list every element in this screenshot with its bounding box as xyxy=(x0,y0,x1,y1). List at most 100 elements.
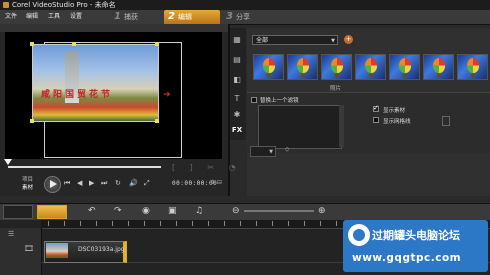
menu-settings[interactable]: 设置 xyxy=(70,10,82,24)
video-track-icon[interactable]: 🎞 xyxy=(24,244,34,253)
ruler-tick xyxy=(256,221,257,226)
prev-frame-icon[interactable]: ◀ xyxy=(77,179,82,187)
basket-shape xyxy=(267,74,271,77)
zoom-out-icon[interactable]: ⊖ xyxy=(232,206,240,216)
clip-name: DSC03193a.jpg xyxy=(78,246,125,253)
volume-icon[interactable]: 🔊 xyxy=(129,179,138,187)
repeat-icon[interactable]: ↻ xyxy=(115,179,121,187)
fullscreen-icon[interactable]: ⤢ xyxy=(144,179,150,188)
library-sidebar xyxy=(230,28,246,140)
storyboard-view-button[interactable] xyxy=(37,205,67,219)
thumbnail-caption: 照片 xyxy=(330,86,342,92)
resize-handle[interactable] xyxy=(30,42,34,46)
resize-handle[interactable] xyxy=(30,119,34,123)
ruler-tick xyxy=(48,221,49,226)
scrubber-knob[interactable] xyxy=(4,159,12,165)
basket-shape xyxy=(335,74,339,77)
play-button[interactable] xyxy=(44,176,61,193)
basket-shape xyxy=(437,74,441,77)
ruler-tick xyxy=(224,221,225,226)
graphics-icon[interactable]: ✱ xyxy=(231,110,243,119)
end-icon[interactable]: ⏭ xyxy=(101,179,107,188)
ruler-tick xyxy=(320,221,321,226)
chevron-down-icon: ▼ xyxy=(331,38,335,44)
scrubber-track[interactable] xyxy=(8,166,161,168)
trim-markers[interactable]: [ ] ✂ ◔ xyxy=(172,163,242,172)
ruler-tick xyxy=(96,221,97,226)
window-title: Corel VideoStudio Pro - 未命名 xyxy=(12,1,116,9)
resize-handle[interactable] xyxy=(155,119,159,123)
balloon-icon xyxy=(297,58,309,73)
checkmark-icon: ✓ xyxy=(373,104,379,112)
audio-mix-icon[interactable]: ♫ xyxy=(195,206,203,216)
show-clips-label: 显示素材 xyxy=(383,108,406,114)
basket-shape xyxy=(301,74,305,77)
photo-caption: 咸阳国贸花节 xyxy=(41,90,114,100)
menu-tools[interactable]: 工具 xyxy=(48,10,60,24)
movie-maker-icon[interactable]: ▣ xyxy=(168,206,177,216)
resize-handle[interactable] xyxy=(155,42,159,46)
instant-project-icon[interactable]: ▤ xyxy=(231,55,243,64)
ruler-tick xyxy=(80,221,81,226)
mode-project[interactable]: 项目 xyxy=(22,175,33,183)
filter-thumbnail[interactable] xyxy=(355,54,386,80)
ruler-tick xyxy=(112,221,113,226)
ruler-tick xyxy=(288,221,289,226)
add-library-button[interactable]: + xyxy=(344,35,353,44)
filter-thumbnail[interactable] xyxy=(321,54,352,80)
tab-edit[interactable]: 2 编辑 xyxy=(164,10,220,24)
menu-file[interactable]: 文件 xyxy=(5,10,17,24)
replace-filter-checkbox[interactable] xyxy=(251,97,257,103)
timecode-spinner[interactable]: ⇕ ⊟ xyxy=(210,179,222,186)
category-select[interactable]: 全部 ▼ xyxy=(252,35,338,45)
filter-list-scrollbar[interactable] xyxy=(339,105,344,147)
redo-icon[interactable]: ↷ xyxy=(114,206,122,216)
custom-filter-dropdown[interactable]: ▼ xyxy=(250,146,276,157)
custom-filter-icon[interactable]: ⛭ xyxy=(285,147,289,154)
show-grid-checkbox[interactable] xyxy=(373,117,379,123)
ruler-tick xyxy=(240,221,241,226)
ruler-tick xyxy=(208,221,209,226)
filter-thumbnail[interactable] xyxy=(389,54,420,80)
filter-thumbnail[interactable] xyxy=(287,54,318,80)
watermark-title: 过期罐头电脑论坛 xyxy=(372,229,460,242)
balloon-icon xyxy=(467,58,479,73)
watermark-logo-icon xyxy=(348,224,370,246)
ruler-tick xyxy=(336,221,337,226)
track-header xyxy=(0,228,42,275)
basket-shape xyxy=(403,74,407,77)
motion-arrow-icon: ➜ xyxy=(163,90,171,100)
filter-thumbnail[interactable] xyxy=(457,54,488,80)
zoom-slider[interactable] xyxy=(244,210,314,212)
media-icon[interactable]: ▦ xyxy=(231,35,243,44)
record-capture-icon[interactable]: ◉ xyxy=(142,206,150,216)
basket-shape xyxy=(471,74,475,77)
grid-settings-icon[interactable] xyxy=(442,116,450,126)
filter-thumbnail[interactable] xyxy=(253,54,284,80)
basket-shape xyxy=(369,74,373,77)
transition-icon[interactable]: ◧ xyxy=(231,75,243,84)
filter-list[interactable] xyxy=(258,105,342,149)
filter-fx-icon[interactable]: FX xyxy=(231,126,243,135)
timeline-view-button[interactable] xyxy=(3,205,33,219)
ruler-tick xyxy=(176,221,177,226)
track-manager-icon[interactable]: ☰ xyxy=(8,230,14,238)
balloon-icon xyxy=(399,58,411,73)
tab-capture[interactable]: 1 捕获 xyxy=(110,10,164,24)
filter-thumbnail[interactable] xyxy=(423,54,454,80)
title-bar: Corel VideoStudio Pro - 未命名 xyxy=(0,0,490,10)
home-icon[interactable]: ⏮ xyxy=(64,179,70,188)
undo-icon[interactable]: ↶ xyxy=(88,206,96,216)
zoom-in-icon[interactable]: ⊕ xyxy=(318,206,326,216)
balloon-icon xyxy=(263,58,275,73)
mode-clip[interactable]: 素材 xyxy=(22,183,33,191)
preview-photo[interactable]: 咸阳国贸花节 xyxy=(32,44,159,122)
watermark-url: www.gqgtpc.com xyxy=(352,252,462,264)
title-icon[interactable]: T xyxy=(231,94,243,103)
tab-share[interactable]: 3 分享 xyxy=(222,10,276,24)
resize-handle[interactable] xyxy=(72,42,76,46)
menu-edit[interactable]: 编辑 xyxy=(26,10,38,24)
ruler-tick xyxy=(304,221,305,226)
ruler-tick xyxy=(192,221,193,226)
next-frame-icon[interactable]: ▶ xyxy=(89,179,94,187)
